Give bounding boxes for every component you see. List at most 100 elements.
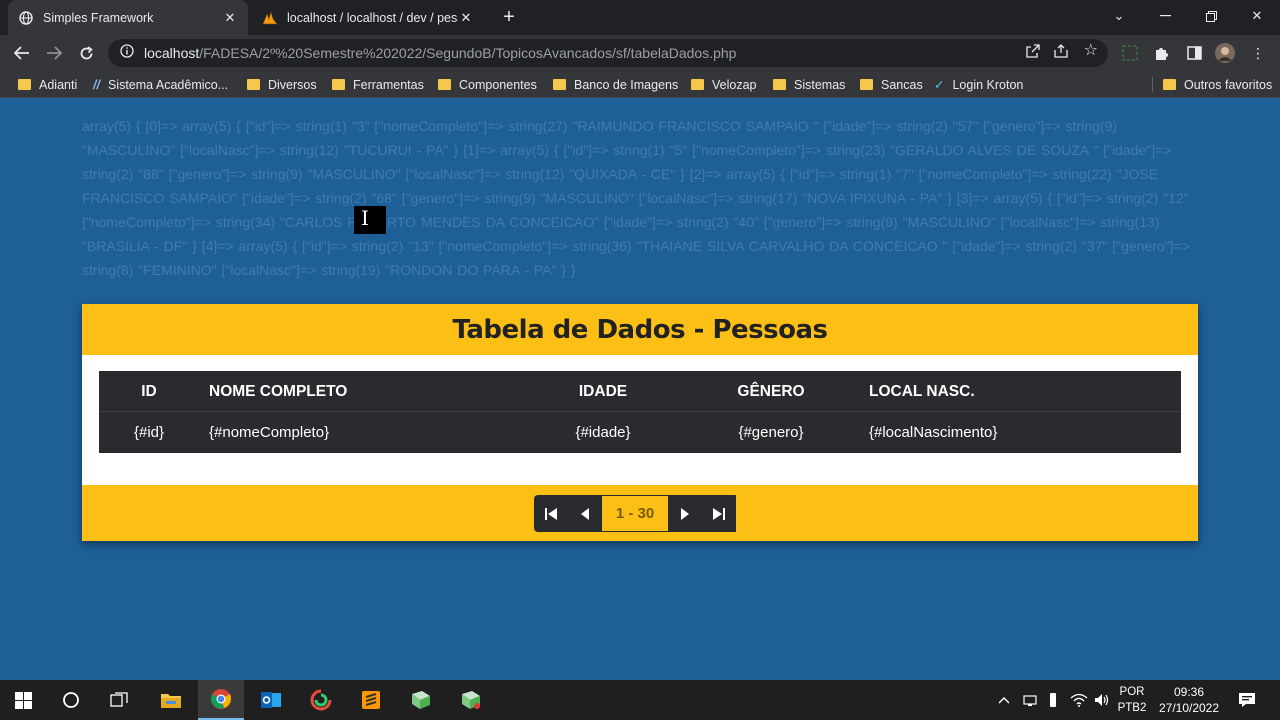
open-in-new-icon[interactable] xyxy=(1026,44,1040,61)
next-page-button[interactable] xyxy=(668,495,702,532)
chevron-right-icon xyxy=(681,507,689,520)
bookmark-diversos[interactable]: Diversos xyxy=(247,76,317,93)
bookmark-sancas[interactable]: Sancas xyxy=(860,76,923,93)
previous-page-button[interactable] xyxy=(568,495,602,532)
tab-title: Simples Framework xyxy=(43,10,154,25)
close-icon[interactable]: ✕ xyxy=(458,10,474,26)
cell-genero: {#genero} xyxy=(738,424,804,441)
skip-last-icon xyxy=(713,507,725,520)
folder-icon xyxy=(691,79,704,90)
clock-date: 27/10/2022 xyxy=(1158,701,1220,715)
folder-icon xyxy=(18,79,31,90)
puzzle-icon[interactable] xyxy=(1152,43,1172,63)
outlook-icon[interactable] xyxy=(248,680,294,720)
folder-icon xyxy=(773,79,786,90)
bookmark-label: Adianti xyxy=(39,77,78,92)
column-header-idade: IDADE xyxy=(578,382,628,400)
share-icon[interactable] xyxy=(1054,44,1070,61)
search-icon[interactable] xyxy=(48,680,94,720)
folder-icon xyxy=(860,79,873,90)
cell-id: {#id} xyxy=(133,424,165,441)
tray-chevron-up-icon[interactable] xyxy=(998,680,1010,720)
restore-button[interactable] xyxy=(1188,0,1234,32)
bookmark-sistemas[interactable]: Sistemas xyxy=(773,76,845,93)
address-bar[interactable]: localhost/FADESA/2º%20Semestre%202022/Se… xyxy=(108,39,1108,67)
side-panel-icon[interactable] xyxy=(1184,43,1204,63)
bookmark-banco-de-imagens[interactable]: Banco de Imagens xyxy=(553,76,678,93)
bookmark-label: Banco de Imagens xyxy=(574,77,679,92)
text-cursor-highlight xyxy=(354,206,386,234)
people-table: ID NOME COMPLETO IDADE GÊNERO LOCAL NASC… xyxy=(99,371,1181,453)
bookmark-componentes[interactable]: Componentes xyxy=(438,76,537,93)
close-window-button[interactable]: ✕ xyxy=(1234,0,1280,32)
chevron-left-icon xyxy=(581,507,589,520)
keyboard-language-indicator[interactable]: POR PTB2 xyxy=(1116,684,1148,716)
folder-icon xyxy=(553,79,566,90)
chevron-down-icon[interactable]: ⌄ xyxy=(1096,0,1142,32)
extension-placeholder-icon[interactable] xyxy=(1120,43,1140,63)
bookmark-login-kroton[interactable]: ✓ Login Kroton xyxy=(934,76,1023,93)
bookmark-velozap[interactable]: Velozap xyxy=(691,76,756,93)
cell-local: {#localNascimento} xyxy=(869,424,998,441)
network-device-icon[interactable] xyxy=(1023,680,1037,720)
browser-toolbar: localhost/FADESA/2º%20Semestre%202022/Se… xyxy=(0,35,1280,71)
close-icon[interactable]: ✕ xyxy=(222,10,238,26)
tab-simples-framework[interactable]: Simples Framework ✕ xyxy=(8,0,248,35)
volume-icon[interactable] xyxy=(1094,680,1110,720)
new-tab-button[interactable]: + xyxy=(498,6,520,28)
url-host: localhost xyxy=(144,45,200,61)
card-header: Tabela de Dados - Pessoas xyxy=(82,304,1198,355)
bookmark-adianti[interactable]: Adianti xyxy=(18,76,77,93)
sublime-text-icon[interactable] xyxy=(348,680,394,720)
bookmark-sistema-academico[interactable]: // Sistema Acadêmico... xyxy=(93,76,228,93)
forward-icon[interactable] xyxy=(41,41,67,65)
tab-phpmyadmin[interactable]: localhost / localhost / dev / pessoas ✕ xyxy=(252,0,484,35)
app-swirl-icon[interactable] xyxy=(298,680,344,720)
windows-start-icon[interactable] xyxy=(0,680,46,720)
app-window-2-icon[interactable] xyxy=(448,680,494,720)
table-header-row: ID NOME COMPLETO IDADE GÊNERO LOCAL NASC… xyxy=(99,371,1181,412)
last-page-button[interactable] xyxy=(702,495,736,532)
menu-kebab-icon[interactable]: ⋮ xyxy=(1248,43,1268,63)
app-window-icon[interactable] xyxy=(398,680,444,720)
table-row: {#id} {#nomeCompleto} {#idade} {#genero}… xyxy=(99,412,1181,453)
bookmark-label: Sistemas xyxy=(794,77,846,92)
windows-taskbar: POR PTB2 09:36 27/10/2022 xyxy=(0,680,1280,720)
usb-icon[interactable] xyxy=(1049,680,1057,720)
bookmark-label: Ferramentas xyxy=(353,77,424,92)
bookmark-label: Componentes xyxy=(459,77,537,92)
url-path: /FADESA/2º%20Semestre%202022/SegundoB/To… xyxy=(199,45,737,61)
minimize-button[interactable] xyxy=(1142,0,1188,32)
avatar[interactable] xyxy=(1215,43,1235,63)
folder-icon xyxy=(332,79,345,90)
bookmark-outros-favoritos[interactable]: Outros favoritos xyxy=(1163,76,1272,93)
pagination: 1 - 30 xyxy=(534,495,739,532)
back-icon[interactable] xyxy=(9,41,35,65)
bookmark-separator xyxy=(1152,77,1153,92)
notification-center-icon[interactable] xyxy=(1238,680,1256,720)
tab-title: localhost / localhost / dev / pessoas xyxy=(287,10,458,25)
file-explorer-icon[interactable] xyxy=(148,680,194,720)
first-page-button[interactable] xyxy=(534,495,568,532)
system-clock[interactable]: 09:36 27/10/2022 xyxy=(1152,684,1226,716)
page-title: Tabela de Dados - Pessoas xyxy=(452,314,828,345)
info-icon[interactable] xyxy=(120,43,134,63)
var-dump-output: array(5) { [0]=> array(5) { ["id"]=> str… xyxy=(82,118,1190,278)
cell-idade: {#idade} xyxy=(575,424,631,441)
language-code: POR xyxy=(1119,686,1145,698)
bookmark-label: Login Kroton xyxy=(952,77,1024,92)
folder-icon xyxy=(1163,79,1176,90)
kroton-icon: ✓ xyxy=(934,78,945,92)
chrome-icon[interactable] xyxy=(198,680,244,720)
bookmark-label: Outros favoritos xyxy=(1184,77,1273,92)
column-header-nome: NOME COMPLETO xyxy=(209,382,348,400)
bookmark-ferramentas[interactable]: Ferramentas xyxy=(332,76,424,93)
wifi-icon[interactable] xyxy=(1070,680,1088,720)
bookmark-label: Diversos xyxy=(268,77,317,92)
star-icon[interactable]: ☆ xyxy=(1084,43,1098,61)
keyboard-layout: PTB2 xyxy=(1117,702,1147,714)
reload-icon[interactable] xyxy=(73,41,99,65)
task-view-icon[interactable] xyxy=(96,680,142,720)
column-header-genero: GÊNERO xyxy=(737,382,805,400)
folder-icon xyxy=(438,79,451,90)
